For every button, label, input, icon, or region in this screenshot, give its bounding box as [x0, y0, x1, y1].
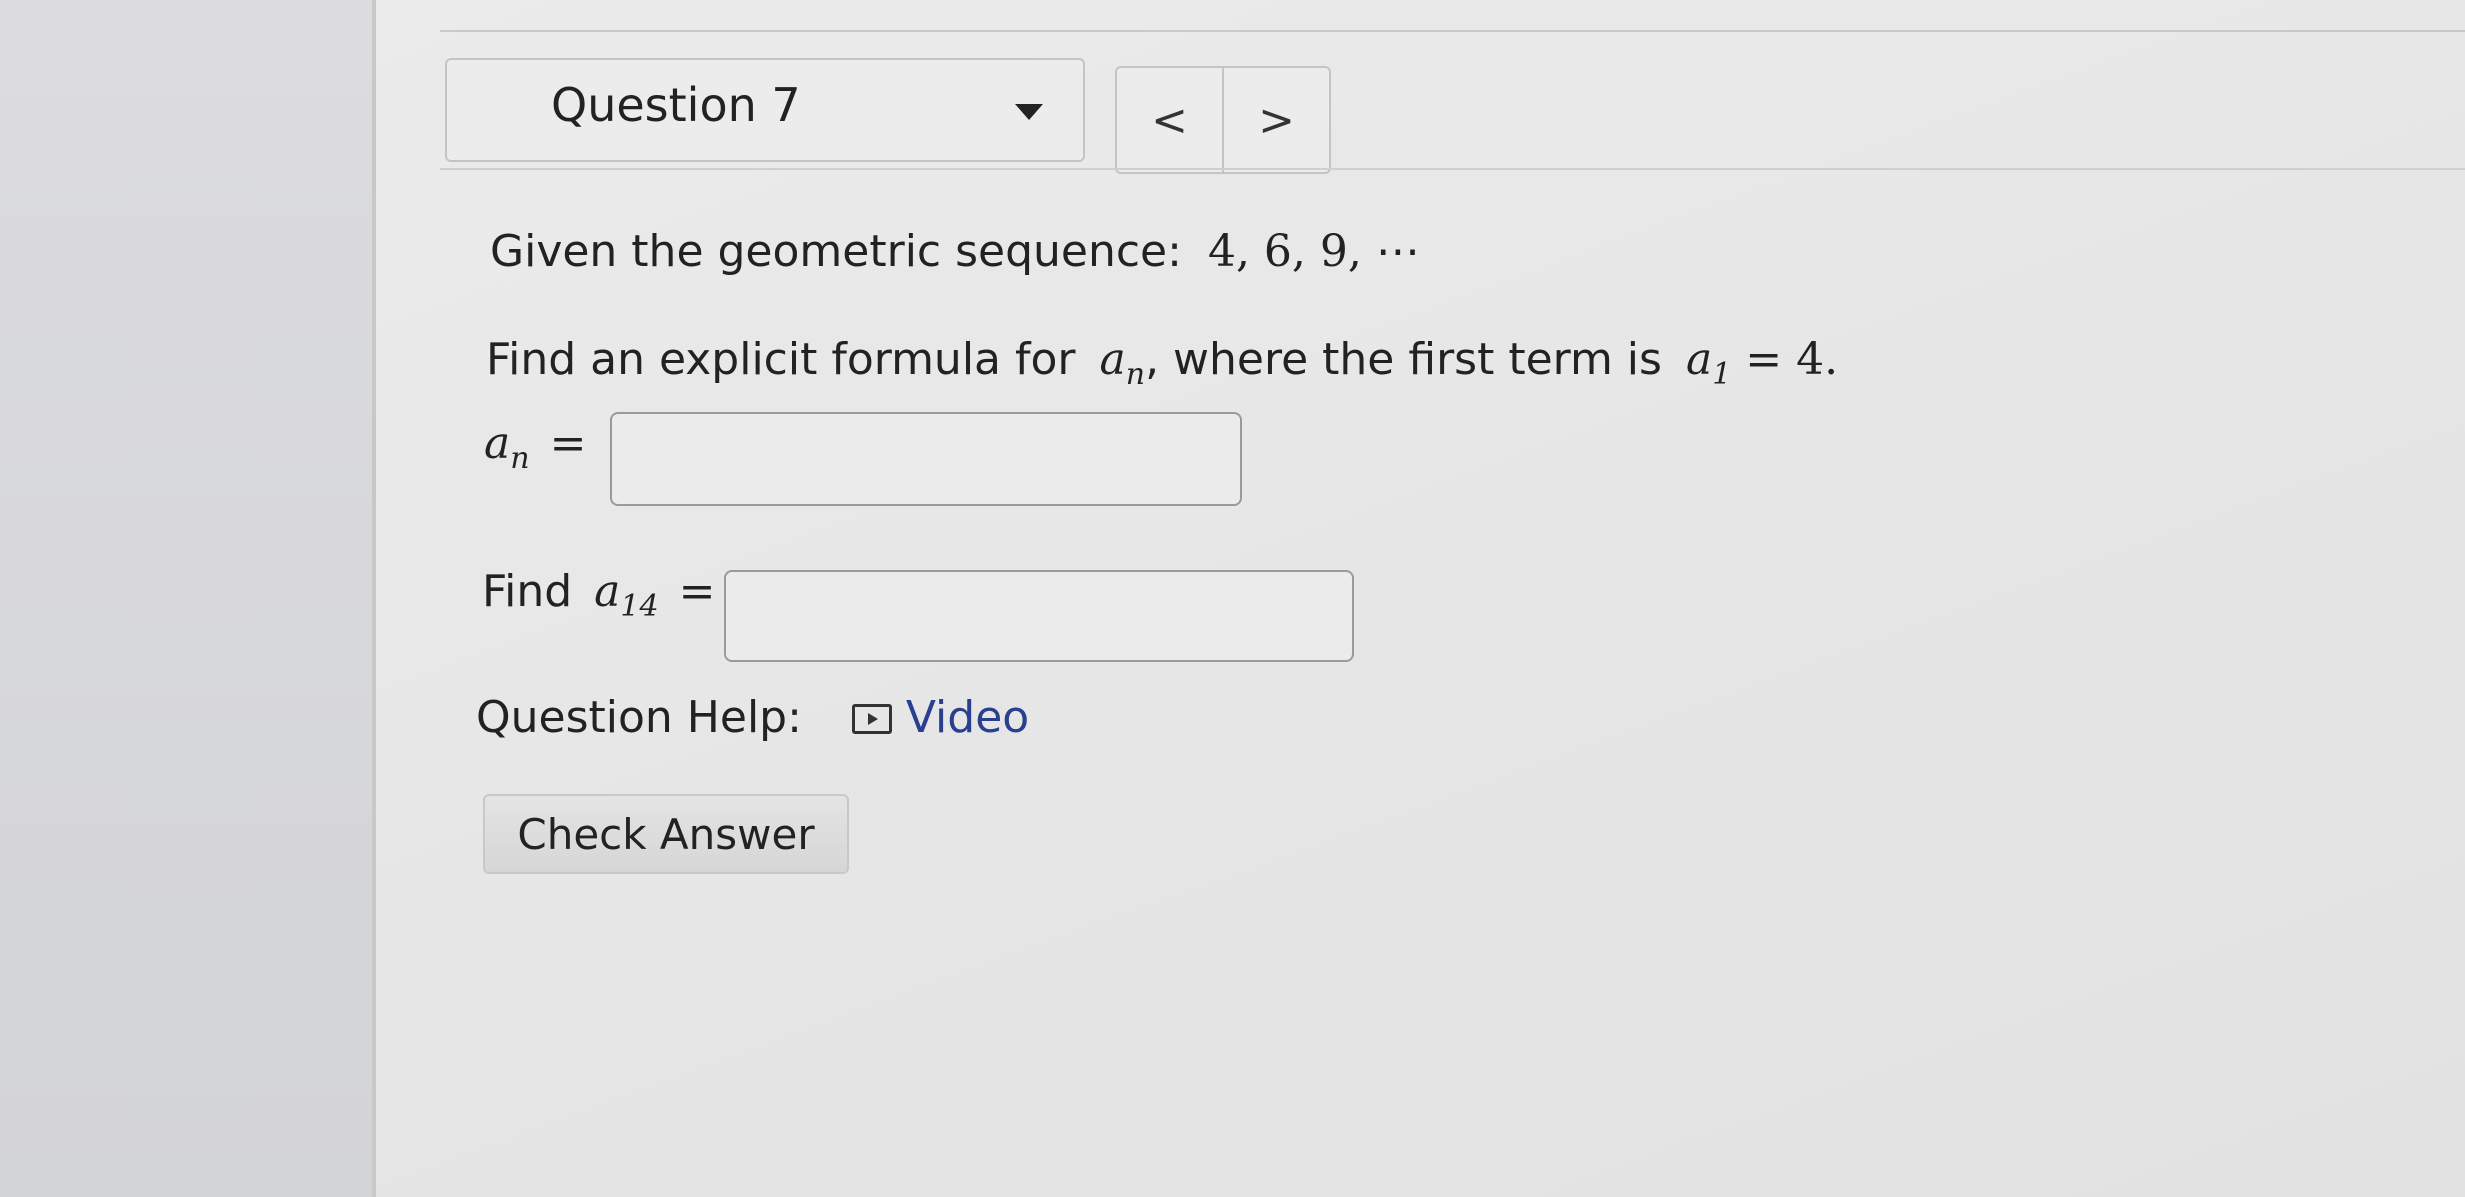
check-answer-button[interactable]: Check Answer	[483, 794, 849, 874]
video-help-link[interactable]: Video	[851, 692, 1030, 743]
next-question-button[interactable]: >	[1224, 68, 1329, 172]
chevron-down-icon	[1015, 104, 1043, 120]
sequence-intro-text: Given the geometric sequence:	[490, 226, 1182, 277]
question-dropdown[interactable]: Question 7	[445, 58, 1085, 162]
sequence-statement: Given the geometric sequence: 4, 6, 9, ⋯	[490, 226, 1420, 277]
header-divider	[440, 168, 2465, 170]
first-term-value: = 4.	[1745, 334, 1839, 385]
previous-question-button[interactable]: <	[1117, 68, 1224, 172]
question-nav-group: < >	[1115, 66, 1331, 174]
term-answer-input[interactable]	[724, 570, 1354, 662]
formula-prompt: Find an explicit formula for an, where t…	[486, 334, 1838, 392]
formula-answer-input[interactable]	[610, 412, 1242, 506]
question-dropdown-label: Question 7	[551, 78, 801, 132]
formula-prompt-text-2: , where the first term is	[1145, 334, 1662, 385]
formula-answer-label: an =	[484, 418, 587, 476]
term-answer-label: Find a14 =	[482, 566, 716, 624]
formula-prompt-text: Find an explicit formula for	[486, 334, 1076, 385]
question-help-row: Question Help: Video	[476, 692, 1029, 743]
left-sidebar-panel	[0, 0, 376, 1197]
sequence-terms: 4, 6, 9, ⋯	[1207, 226, 1420, 277]
prompt-variable: an	[1099, 334, 1146, 392]
question-help-label: Question Help:	[476, 692, 802, 743]
video-help-label: Video	[905, 692, 1030, 743]
top-divider	[440, 30, 2465, 32]
first-term-variable: a1	[1685, 334, 1732, 392]
play-video-icon	[851, 704, 892, 734]
